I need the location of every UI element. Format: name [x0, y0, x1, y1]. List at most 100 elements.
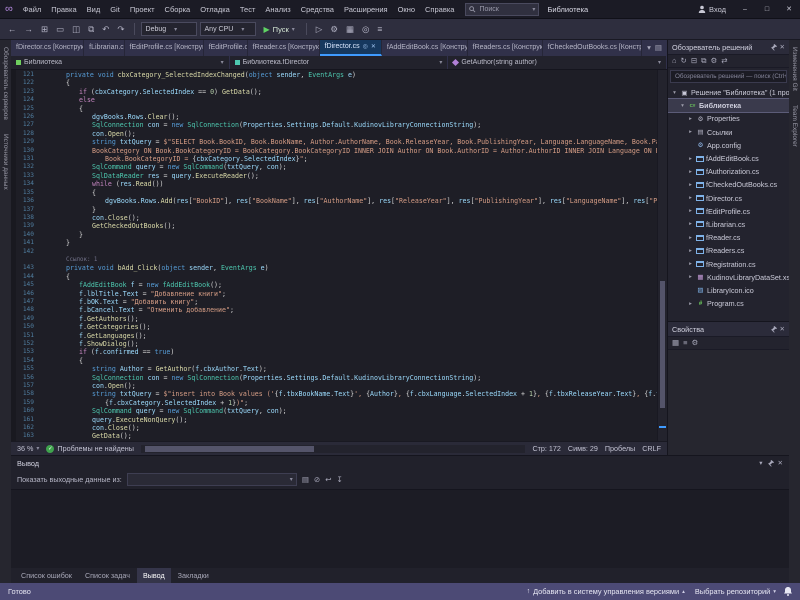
tree-item[interactable]: ▸fEditProfile.cs — [668, 205, 789, 218]
code-line[interactable]: 151f.GetLanguages(); — [16, 332, 657, 340]
pin-icon[interactable] — [767, 460, 774, 467]
solution-configurations-dropdown[interactable]: Debug ▾ — [141, 22, 197, 36]
code-line[interactable]: 133SqlDataReader res = query.ExecuteRead… — [16, 172, 657, 180]
expander-icon[interactable]: ▾ — [679, 103, 686, 109]
editor-horizontal-scrollbar[interactable] — [141, 445, 526, 453]
save-button[interactable]: ◫ — [69, 20, 83, 38]
breadcrumb-segment[interactable]: Библиотека.fDirector▾ — [230, 56, 449, 69]
alph_sort-button[interactable]: ≡ — [683, 337, 687, 349]
panel-tab[interactable]: Вывод — [137, 568, 171, 583]
code-line[interactable]: 159{f.cbxCategory.SelectedIndex + 1})"; — [16, 399, 657, 407]
word-wrap-button[interactable]: ↩ — [325, 474, 331, 486]
pin-icon[interactable]: ◎ — [363, 40, 368, 54]
code-line[interactable]: 126dgvBooks.Rows.Clear(); — [16, 113, 657, 121]
code-line[interactable]: 135{ — [16, 189, 657, 197]
pin-icon[interactable] — [770, 44, 777, 51]
expander-icon[interactable]: ▸ — [687, 129, 694, 135]
code-line[interactable]: 149f.GetAuthors(); — [16, 315, 657, 323]
menu-item[interactable]: Тест — [235, 0, 261, 19]
zoom-control[interactable]: 36 % ▾ — [17, 444, 39, 453]
expander-icon[interactable]: ▸ — [687, 248, 694, 254]
code-line[interactable]: 123if (cbxCategory.SelectedIndex == 0) G… — [16, 88, 657, 96]
scrollbar-thumb[interactable] — [660, 281, 665, 407]
output-source-dropdown[interactable]: ▾ — [127, 473, 297, 486]
code-line[interactable]: 138con.Close(); — [16, 214, 657, 222]
line-indicator[interactable]: Стр: 172 — [532, 444, 560, 453]
expander-icon[interactable]: ▸ — [687, 169, 694, 175]
expander-icon[interactable]: ▸ — [687, 116, 694, 122]
code-line[interactable]: 146f.lblTitle.Text = "Добавление книги"; — [16, 290, 657, 298]
expander-icon[interactable]: ▸ — [687, 221, 694, 227]
editor-vertical-scrollbar[interactable] — [657, 70, 667, 441]
tree-item[interactable]: ▸fRegistration.cs — [668, 257, 789, 270]
scroll-lock-button[interactable]: ↧ — [337, 474, 343, 486]
panel-tab[interactable]: Список задач — [79, 568, 136, 583]
menu-item[interactable]: Расширения — [339, 0, 393, 19]
expander-icon[interactable]: ▸ — [687, 274, 694, 280]
menu-item[interactable]: Файл — [18, 0, 46, 19]
new-project-button[interactable]: ⊞ — [38, 20, 51, 38]
panel-tab[interactable]: Список ошибок — [15, 568, 78, 583]
tree-item[interactable]: ▸fReader.cs — [668, 231, 789, 244]
scrollbar-thumb[interactable] — [145, 446, 314, 452]
code-line[interactable]: 162con.Close(); — [16, 424, 657, 432]
properties-button[interactable]: ⚙ — [710, 55, 717, 67]
document-tab[interactable]: fAddEditBook.cs [Конструктор] — [382, 40, 468, 56]
menu-item[interactable]: Проект — [125, 0, 160, 19]
menu-item[interactable]: Справка — [420, 0, 459, 19]
redo-button[interactable]: ↷ — [114, 20, 127, 38]
code-line[interactable]: 155string Author = GetAuthor(f.cbxAuthor… — [16, 365, 657, 373]
navigate-forward-button[interactable]: → — [22, 20, 37, 38]
collapse-all-button[interactable]: ⊟ — [691, 55, 697, 67]
output-content[interactable] — [11, 489, 789, 568]
docked-tool-tab[interactable]: Изменения Git — [790, 40, 799, 98]
code-line[interactable]: 134while (res.Read()) — [16, 180, 657, 188]
menu-item[interactable]: Отладка — [195, 0, 235, 19]
code-line[interactable]: 143private void bAdd_Click(object sender… — [16, 264, 657, 272]
document-tab[interactable]: fDirector.cs [Конструктор] — [11, 40, 84, 56]
navigate-menu-button[interactable]: ≡ — [374, 20, 385, 38]
breadcrumb-segment[interactable]: Библиотека▾ — [11, 56, 230, 69]
sign-in-button[interactable]: Вход — [690, 0, 734, 18]
start-without-debugging-button[interactable]: ▷ — [313, 20, 326, 38]
code-line[interactable]: 163GetData(); — [16, 432, 657, 440]
document-health-indicator[interactable]: ✓ Проблемы не найдены — [46, 444, 134, 453]
solution-platforms-dropdown[interactable]: Any CPU ▾ — [200, 22, 256, 36]
tree-item[interactable]: ▸Ссылки — [668, 126, 789, 139]
code-line[interactable]: 132SqlCommand query = new SqlCommand(txt… — [16, 163, 657, 171]
categorized-button[interactable]: ▦ — [672, 337, 679, 349]
navigate-back-button[interactable]: ← — [5, 20, 20, 38]
code-editor[interactable]: 121private void cbxCategory_SelectedInde… — [11, 70, 667, 441]
messages-button[interactable]: ▤ — [302, 474, 309, 486]
docked-tool-tab[interactable]: Обозреватель серверов — [1, 40, 10, 127]
notifications-bell-icon[interactable] — [784, 587, 792, 596]
code-area[interactable]: 121private void cbxCategory_SelectedInde… — [16, 70, 657, 441]
code-line[interactable]: 148f.bCancel.Text = "Отменить добавление… — [16, 306, 657, 314]
indentation-indicator[interactable]: Пробелы — [605, 444, 635, 453]
expander-icon[interactable]: ▸ — [687, 208, 694, 214]
panel-tab[interactable]: Закладки — [172, 568, 215, 583]
save-all-button[interactable]: ⧉ — [85, 20, 97, 38]
column-indicator[interactable]: Симв: 29 — [568, 444, 598, 453]
docked-tool-tab[interactable]: Team Explorer — [790, 98, 799, 154]
code-line[interactable]: 130BookCategory ON Book.BookCategoryID =… — [16, 147, 657, 155]
tree-item[interactable]: LibraryIcon.ico — [668, 284, 789, 297]
code-line[interactable]: 131Book.BookCategoryID = {cbxCategory.Se… — [16, 155, 657, 163]
tree-item[interactable]: ▸KudinovLibraryDataSet.xsd — [668, 271, 789, 284]
tree-item[interactable]: App.config — [668, 139, 789, 152]
tree-item[interactable]: ▸fAuthorization.cs — [668, 165, 789, 178]
expander-icon[interactable]: ▸ — [687, 156, 694, 162]
code-line[interactable]: 136dgvBooks.Rows.Add(res["BookID"], res[… — [16, 197, 657, 205]
tree-item[interactable]: ▸Program.cs — [668, 297, 789, 310]
tree-item[interactable]: ▸fCheckedOutBooks.cs — [668, 178, 789, 191]
solution-search-input[interactable]: Обозреватель решений — поиск (Ctrl+ж) — [670, 70, 787, 83]
menu-item[interactable]: Окно — [393, 0, 420, 19]
close-button[interactable]: ✕ — [778, 0, 800, 18]
expander-icon[interactable]: ▸ — [687, 261, 694, 267]
close-icon[interactable]: ✕ — [778, 459, 783, 467]
code-line[interactable]: 122{ — [16, 79, 657, 87]
tree-item[interactable]: ▸fDirector.cs — [668, 192, 789, 205]
show-all-files-button[interactable]: ⧉ — [701, 55, 706, 67]
code-line[interactable]: 160SqlCommand query = new SqlCommand(txt… — [16, 407, 657, 415]
close-icon[interactable]: ✕ — [371, 40, 376, 54]
